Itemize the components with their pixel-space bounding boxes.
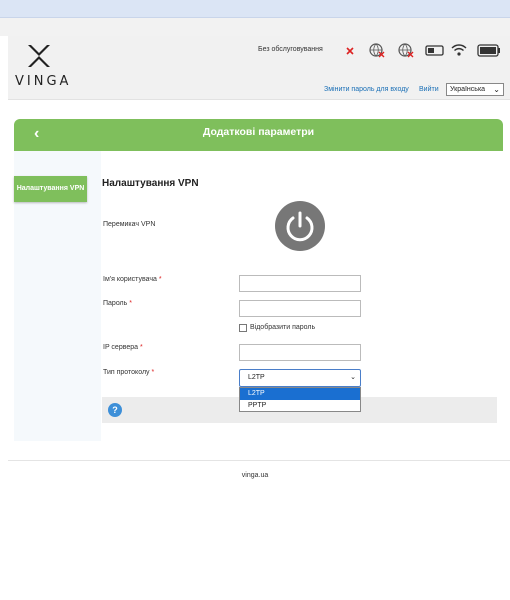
- logout-link[interactable]: Вийти: [419, 86, 439, 93]
- wifi-icon: [451, 44, 467, 56]
- vpn-switch-label: Перемикач VPN: [103, 221, 156, 228]
- section-title: Налаштування VPN: [102, 178, 199, 189]
- help-icon[interactable]: ?: [108, 403, 122, 417]
- vinga-logo-icon: [28, 45, 50, 67]
- header: VINGA Без обслуговування Змінити пароль …: [8, 36, 510, 100]
- username-label: Ім'я користувача *: [103, 276, 162, 283]
- service-status: Без обслуговування: [258, 46, 323, 53]
- page-header-bar: ‹ Додаткові параметри: [14, 119, 503, 151]
- show-password-checkbox[interactable]: [239, 324, 247, 332]
- power-icon: [286, 211, 314, 242]
- vpn-power-toggle[interactable]: [275, 201, 325, 251]
- sim-error-icon: [346, 47, 354, 55]
- protocol-option-pptp[interactable]: PPTP: [240, 400, 360, 412]
- footer-link[interactable]: vinga.ua: [0, 472, 510, 479]
- show-password-label: Відобразити пароль: [250, 324, 316, 331]
- browser-strip: [0, 0, 510, 18]
- username-input[interactable]: [239, 275, 361, 292]
- language-value: Українська: [450, 86, 486, 93]
- server-ip-input[interactable]: [239, 344, 361, 361]
- protocol-label: Тип протоколу *: [103, 369, 155, 376]
- page-title: Додаткові параметри: [202, 126, 315, 138]
- brand-name: VINGA: [15, 74, 72, 89]
- protocol-option-l2tp[interactable]: L2TP: [240, 388, 360, 400]
- globe-error-icon: [369, 43, 385, 58]
- password-label: Пароль *: [103, 300, 132, 307]
- password-input[interactable]: [239, 300, 361, 317]
- sidebar-item-vpn-settings[interactable]: Налаштування VPN: [14, 176, 87, 202]
- footer-divider: [8, 460, 510, 461]
- protocol-selected-value: L2TP: [248, 374, 265, 381]
- globe-error-icon-2: [398, 43, 414, 58]
- battery-icon: [477, 44, 500, 57]
- server-ip-label: IP сервера *: [103, 344, 143, 351]
- sim-card-icon: [425, 45, 444, 56]
- change-password-link[interactable]: Змінити пароль для входу: [324, 86, 409, 93]
- protocol-dropdown: L2TP PPTP: [239, 387, 361, 412]
- chevron-down-icon: ⌄: [350, 374, 356, 381]
- protocol-select[interactable]: L2TP ⌄: [239, 369, 361, 387]
- language-select[interactable]: Українська ⌄: [446, 83, 504, 96]
- browser-strip-secondary: [0, 18, 510, 36]
- chevron-down-icon: ⌄: [493, 85, 500, 94]
